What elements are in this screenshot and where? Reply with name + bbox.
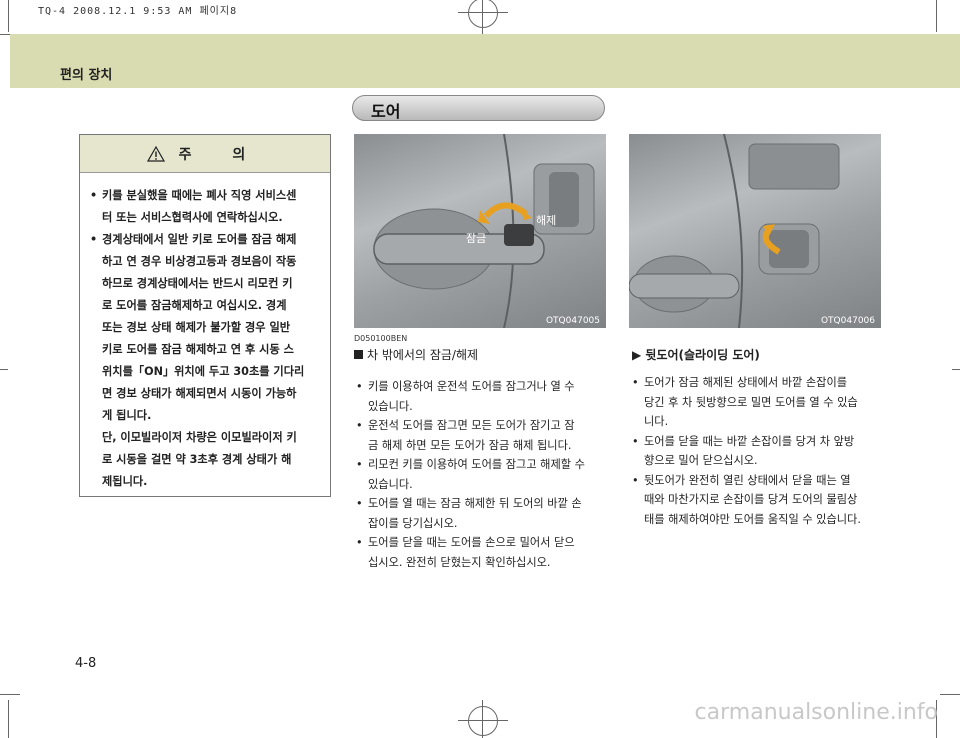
page-number: 4-8 [75,656,97,671]
caution-line: 터 또는 서비스협력사에 연락하십시오. [102,211,283,224]
crop-mark [0,694,20,695]
list-item: 니다. [644,415,669,428]
crop-mark [940,694,960,695]
caution-line: 게 됩니다. [102,409,152,422]
list-item: 향으로 밀어 닫으십시오. [644,454,758,467]
header-band [10,34,960,88]
caution-line: 키를 분실했을 때에는 폐사 직영 서비스센 [90,185,318,207]
image-code: OTQ047005 [545,316,600,326]
print-header: TQ-4 2008.12.1 9:53 AM 페이지8 [38,6,238,17]
warning-icon [146,145,165,162]
caution-line: 로 도어를 잠금해제하고 여십시오. 경계 [102,299,287,312]
sliding-door-photo: OTQ047006 [629,134,881,328]
caution-line: 제됩니다. [102,475,148,488]
door-lock-photo: 잠금 해제 OTQ047005 [354,134,606,328]
outside-lock-list: 키를 이용하여 운전석 도어를 잠그거나 열 수 있습니다. 운전석 도어를 잠… [354,377,609,572]
section-title: 편의 장치 [60,68,113,83]
registration-mark-bottom [458,700,508,738]
list-item: 운전석 도어를 잠그면 모든 도어가 잠기고 잠 [354,416,609,436]
caution-line: 로 시동을 걸면 약 3초후 경계 상태가 해 [102,453,292,466]
crop-mark [8,700,9,738]
door-heading: 도어 [352,95,605,121]
reference-code: D050100BEN [354,334,408,343]
sliding-door-list: 도어가 잠금 해제된 상태에서 바깥 손잡이를 당긴 후 차 뒷방향으로 밀면 … [630,373,885,529]
unlock-label: 해제 [536,214,557,227]
caution-line: 단, 이모빌라이저 차량은 이모빌라이저 키 [102,431,297,444]
list-item: 때와 마찬가지로 손잡이를 당겨 도어의 물림상 [644,493,858,506]
caution-line: 또는 경보 상태 해제가 불가할 경우 일반 [102,321,291,334]
image-code: OTQ047006 [820,316,875,326]
list-item: 십시오. 완전히 닫혔는지 확인하십시오. [368,555,551,569]
list-item: 있습니다. [368,477,413,491]
list-item: 당긴 후 차 뒷방향으로 밀면 도어를 열 수 있습 [644,395,858,409]
crop-mark [0,369,8,370]
watermark: carmanualsonline.info [694,700,938,725]
caution-line: 경계상태에서 일반 키로 도어를 잠금 해제 [90,229,318,251]
caution-header: 주 의 [80,135,330,173]
list-item: 리모컨 키를 이용하여 도어를 잠그고 해제할 수 [354,455,609,475]
list-item: 키를 이용하여 운전석 도어를 잠그거나 열 수 [354,377,609,397]
subsection-title-text: 차 밖에서의 잠금/해제 [367,348,479,362]
crop-mark [0,34,10,35]
subsection-title: 차 밖에서의 잠금/해제 [354,346,478,363]
list-item: 잡이를 당기십시오. [368,516,458,530]
lock-label: 잠금 [466,232,487,245]
caution-line: 위치를「ON」위치에 두고 30초를 기다리 [102,365,305,378]
sliding-door-illustration [629,134,840,328]
list-item: 뒷도어가 완전히 열린 상태에서 닫을 때는 열 [630,471,885,491]
caution-line: 하고 연 경우 비상경고등과 경보음이 작동 [102,255,297,268]
list-item: 도어를 닫을 때는 바깥 손잡이를 당겨 차 앞방 [630,432,885,452]
square-bullet-icon [354,350,363,359]
caution-line: 하므로 경계상태에서는 반드시 리모컨 키 [102,277,293,290]
list-item: 있습니다. [368,399,413,413]
crop-mark [936,0,937,32]
caution-box: 주 의 키를 분실했을 때에는 폐사 직영 서비스센 터 또는 서비스협력사에 … [79,134,331,497]
list-item: 도어를 닫을 때는 도어를 손으로 밀어서 닫으 [354,533,609,553]
list-item: 금 해제 하면 모든 도어가 잠금 해제 됩니다. [368,438,572,452]
caution-title: 주 의 [178,146,264,163]
caution-line: 면 경보 상태가 해제되면서 시동이 가능하 [102,387,297,400]
sliding-door-title: ▶ 뒷도어(슬라이딩 도어) [632,348,760,362]
door-heading-label: 도어 [371,102,401,121]
crop-mark [952,369,960,370]
caution-line: 키로 도어를 잠금 해제하고 연 후 시동 스 [102,343,294,356]
list-item: 도어가 잠금 해제된 상태에서 바깥 손잡이를 [630,373,885,393]
list-item: 도어를 열 때는 잠금 해제한 뒤 도어의 바깥 손 [354,494,609,514]
crop-mark [8,0,9,32]
caution-list: 키를 분실했을 때에는 폐사 직영 서비스센 터 또는 서비스협력사에 연락하십… [80,173,330,493]
list-item: 태를 해제하여야만 도어를 움직일 수 있습니다. [644,512,861,526]
